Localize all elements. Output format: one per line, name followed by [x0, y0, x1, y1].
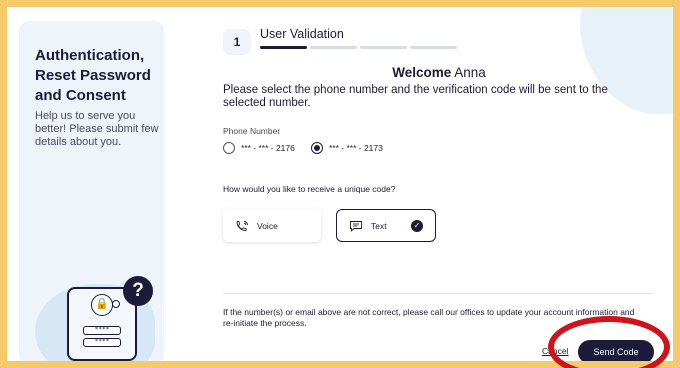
section-divider	[223, 293, 653, 294]
progress-segment	[360, 46, 407, 49]
welcome-heading: Welcome Anna	[223, 65, 655, 80]
voice-option-card[interactable]: Voice	[223, 209, 321, 242]
phone-option-label: *** - *** - 2176	[241, 143, 295, 153]
connector-dot-icon	[112, 300, 120, 308]
pin-field-icon: ****	[83, 326, 121, 335]
welcome-greeting: Welcome	[392, 65, 452, 80]
update-info-note: If the number(s) or email above are not …	[223, 307, 635, 328]
cancel-link[interactable]: Cancel	[542, 346, 568, 356]
phone-option-2173[interactable]: *** - *** - 2173	[311, 141, 383, 155]
progress-segment	[410, 46, 457, 49]
sidebar-description: Help us to serve you better! Please subm…	[35, 110, 159, 148]
question-mark-icon: ?	[123, 276, 153, 306]
step-progress-bar	[260, 46, 457, 49]
voice-option-label: Voice	[257, 220, 278, 231]
sidebar-title: Authentication, Reset Password and Conse…	[35, 47, 151, 104]
text-option-label: Text	[371, 220, 387, 231]
phone-option-label: *** - *** - 2173	[329, 143, 383, 153]
phone-icon	[236, 220, 248, 231]
checkmark-icon: ✓	[411, 220, 423, 232]
step-number: 1	[223, 29, 251, 55]
sidebar: Authentication, Reset Password and Conse…	[19, 21, 164, 361]
phone-option-2176[interactable]: *** - *** - 2176	[223, 141, 295, 155]
receive-method-question: How would you like to receive a unique c…	[223, 184, 396, 194]
step-title: User Validation	[260, 27, 344, 41]
send-code-button[interactable]: Send Code	[578, 340, 654, 361]
page-frame: Authentication, Reset Password and Conse…	[7, 7, 673, 361]
lock-icon: 🔒	[91, 294, 113, 316]
radio-button-selected[interactable]	[311, 142, 323, 154]
progress-segment	[310, 46, 357, 49]
radio-button[interactable]	[223, 142, 235, 154]
welcome-user-name: Anna	[454, 65, 486, 80]
message-icon	[350, 220, 362, 232]
phone-number-label: Phone Number	[223, 126, 281, 136]
instructions-text: Please select the phone number and the v…	[223, 84, 608, 109]
pin-field-icon: ****	[83, 338, 121, 347]
text-option-card[interactable]: Text ✓	[336, 209, 436, 242]
progress-segment-active	[260, 46, 307, 49]
